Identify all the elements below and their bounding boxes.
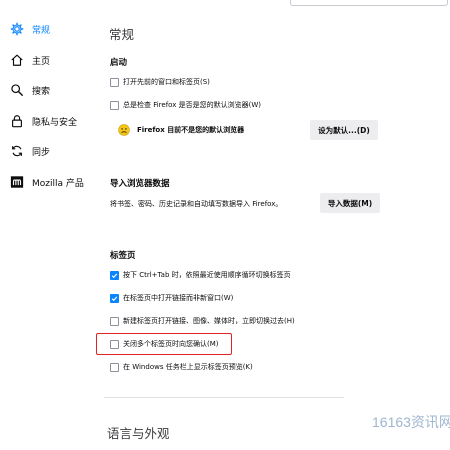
sidebar-item-label: 搜索 bbox=[32, 86, 51, 97]
default-browser-status-text: Firefox 目前不是您的默认浏览器 bbox=[137, 126, 245, 134]
lock-icon bbox=[10, 114, 24, 128]
import-description: 将书签、密码、历史记录和自动填写数据导入 Firefox。 bbox=[110, 200, 283, 208]
sidebar-item-home[interactable]: 主页 bbox=[10, 50, 50, 70]
mozilla-logo-icon bbox=[10, 175, 24, 189]
ctrl-tab-checkbox[interactable] bbox=[110, 270, 119, 280]
import-data-button[interactable]: 导入数据(M) bbox=[320, 193, 380, 213]
search-icon bbox=[10, 83, 24, 97]
ctrl-tab-option[interactable]: 按下 Ctrl+Tab 时，依照最近使用顺序循环切换标签页 bbox=[110, 268, 291, 282]
taskbar-preview-label: 在 Windows 任务栏上显示标签页预览(K) bbox=[123, 363, 253, 371]
page-title: 常规 bbox=[109, 27, 135, 42]
sidebar-item-label: Mozilla 产品 bbox=[32, 178, 84, 189]
switch-to-new-tab-option[interactable]: 新建标签页打开链接、图像、媒体时，立即切换过去(H) bbox=[110, 314, 295, 328]
sidebar-item-sync[interactable]: 同步 bbox=[10, 141, 50, 161]
sidebar-item-mozilla-products[interactable]: Mozilla 产品 bbox=[10, 172, 84, 192]
sidebar-item-label: 隐私与安全 bbox=[32, 117, 78, 128]
gear-icon bbox=[10, 22, 24, 36]
search-preferences-input[interactable] bbox=[290, 0, 448, 6]
sidebar-item-privacy[interactable]: 隐私与安全 bbox=[10, 111, 77, 131]
restore-session-label: 打开先前的窗口和标签页(S) bbox=[123, 78, 210, 86]
tabs-section-title: 标签页 bbox=[110, 251, 136, 261]
default-browser-status: Firefox 目前不是您的默认浏览器 bbox=[118, 122, 244, 138]
sidebar-item-label: 主页 bbox=[32, 56, 51, 67]
sidebar-item-search[interactable]: 搜索 bbox=[10, 80, 50, 100]
ctrl-tab-label: 按下 Ctrl+Tab 时，依照最近使用顺序循环切换标签页 bbox=[123, 271, 291, 279]
open-links-in-tabs-checkbox[interactable] bbox=[110, 293, 119, 303]
section-divider bbox=[104, 397, 344, 398]
check-default-checkbox[interactable] bbox=[110, 100, 119, 110]
highlight-annotation-box bbox=[96, 333, 232, 355]
restore-session-checkbox[interactable] bbox=[110, 77, 119, 87]
switch-to-new-tab-checkbox[interactable] bbox=[110, 316, 119, 326]
language-appearance-title: 语言与外观 bbox=[107, 426, 170, 441]
check-default-option[interactable]: 总是检查 Firefox 是否是您的默认浏览器(W) bbox=[110, 98, 261, 112]
worried-face-icon bbox=[118, 124, 130, 136]
import-section-title: 导入浏览器数据 bbox=[110, 179, 170, 189]
firefox-preferences-page: 常规 主页 搜索 隐私与安全 同步 Mozilla 产品 常规 启动 打开先前的… bbox=[0, 0, 450, 450]
home-icon bbox=[10, 53, 24, 67]
open-links-in-tabs-label: 在标签页中打开链接而非新窗口(W) bbox=[123, 294, 234, 302]
sidebar-item-label: 同步 bbox=[32, 147, 51, 158]
taskbar-preview-checkbox[interactable] bbox=[110, 362, 119, 372]
sidebar-item-label: 常规 bbox=[32, 25, 51, 36]
switch-to-new-tab-label: 新建标签页打开链接、图像、媒体时，立即切换过去(H) bbox=[123, 317, 295, 325]
sidebar: 常规 主页 搜索 隐私与安全 同步 Mozilla 产品 bbox=[0, 0, 92, 450]
open-links-in-tabs-option[interactable]: 在标签页中打开链接而非新窗口(W) bbox=[110, 291, 233, 305]
restore-session-option[interactable]: 打开先前的窗口和标签页(S) bbox=[110, 75, 210, 89]
taskbar-preview-option[interactable]: 在 Windows 任务栏上显示标签页预览(K) bbox=[110, 360, 253, 374]
startup-section-title: 启动 bbox=[110, 58, 128, 68]
set-default-button[interactable]: 设为默认...(D) bbox=[310, 120, 378, 140]
watermark-text: 16163资讯网 bbox=[372, 414, 450, 430]
sync-icon bbox=[10, 144, 24, 158]
sidebar-item-general[interactable]: 常规 bbox=[10, 19, 50, 39]
check-default-label: 总是检查 Firefox 是否是您的默认浏览器(W) bbox=[123, 101, 262, 109]
